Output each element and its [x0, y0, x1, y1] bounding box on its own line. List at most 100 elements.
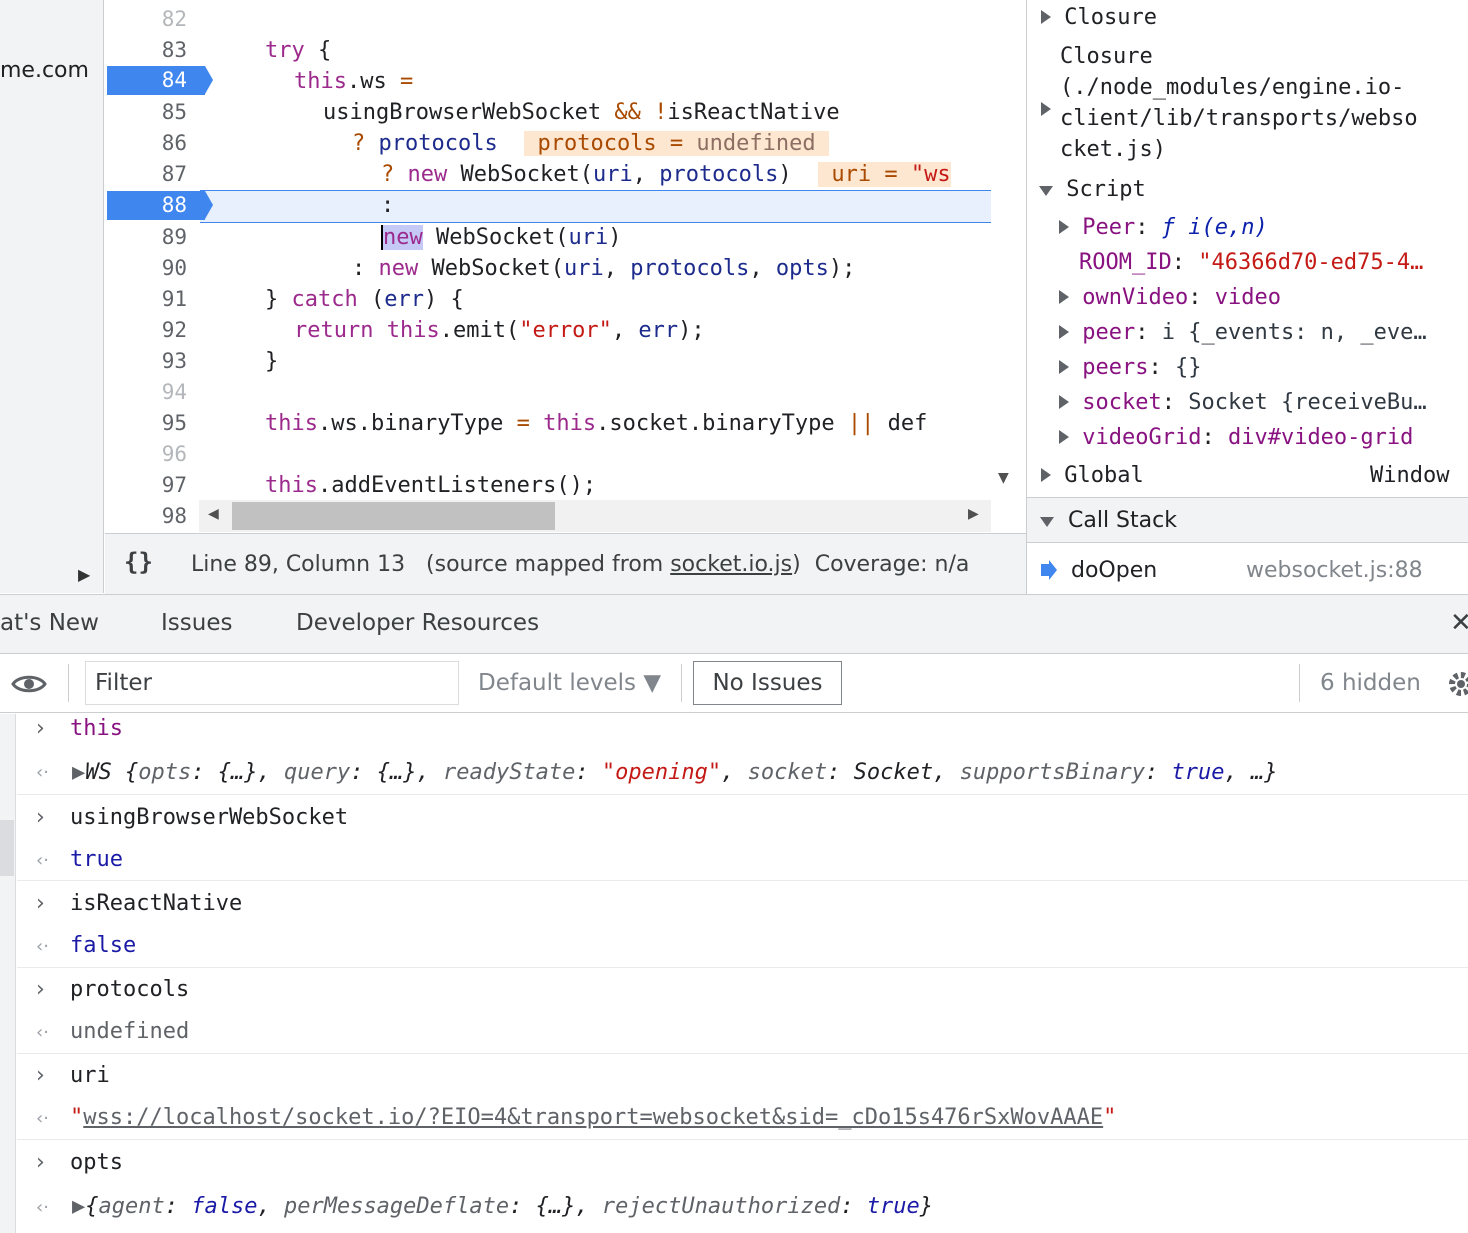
source-map-link[interactable]: socket.io.js — [670, 552, 792, 577]
toolbar-divider — [681, 664, 682, 702]
line-number[interactable]: 97 — [105, 470, 199, 501]
line-number[interactable]: 91 — [105, 284, 199, 315]
expand-arrow-icon[interactable] — [1041, 102, 1051, 116]
console-entry[interactable] — [17, 969, 1468, 1054]
dropdown-arrow-icon: ▼ — [643, 670, 662, 696]
console-result-object[interactable]: ▶{agent: false, perMessageDeflate: {…}, … — [72, 1192, 933, 1222]
scope-closure-engine[interactable]: Closure — [1060, 42, 1153, 72]
console-result-object[interactable]: ▶WS {opts: {…}, query: {…}, readyState: … — [72, 758, 1278, 788]
scope-property[interactable]: ROOM_ID: "46366d70-ed75-4… — [1079, 248, 1423, 278]
line-number[interactable]: 87 — [105, 159, 199, 190]
scroll-left-icon[interactable]: ◀ — [208, 506, 219, 522]
console-filter-input[interactable] — [85, 661, 459, 705]
scope-property[interactable]: videoGrid: div#video-grid — [1059, 423, 1413, 453]
eye-icon[interactable] — [11, 672, 47, 696]
close-drawer-icon[interactable]: ✕ — [1450, 608, 1468, 638]
scope-property[interactable]: peer: i {_events: n, _eve… — [1059, 318, 1427, 348]
expand-arrow-icon[interactable]: ▶ — [72, 760, 85, 785]
expand-arrow-icon[interactable] — [1059, 395, 1069, 409]
console-result[interactable]: true — [70, 845, 123, 875]
settings-gear-icon[interactable] — [1448, 668, 1468, 700]
pretty-print-button[interactable]: {} — [124, 548, 153, 576]
console-sidebar-scroll[interactable] — [0, 820, 14, 876]
line-number-breakpoint[interactable]: 88 — [105, 190, 199, 221]
line-number[interactable]: 83 — [105, 35, 199, 66]
code-line-86: ? protocols protocols = undefined — [352, 128, 829, 159]
expand-arrow-icon[interactable] — [1059, 360, 1069, 374]
console-input[interactable]: protocols — [70, 975, 189, 1005]
console-input[interactable]: usingBrowserWebSocket — [70, 803, 348, 833]
hidden-messages-count[interactable]: 6 hidden — [1320, 670, 1421, 696]
call-stack-title[interactable]: Call Stack — [1040, 506, 1177, 536]
expand-arrow-icon[interactable] — [1059, 290, 1069, 304]
line-number[interactable]: 85 — [105, 97, 199, 128]
console-input[interactable]: isReactNative — [70, 889, 242, 919]
code-line-89: new WebSocket(uri) — [381, 225, 622, 250]
console-input[interactable]: uri — [70, 1061, 110, 1091]
line-number[interactable]: 82 — [105, 4, 199, 35]
line-number[interactable]: 96 — [105, 439, 199, 470]
call-frame-location[interactable]: websocket.js:88 — [1246, 556, 1423, 586]
scrollbar-thumb[interactable] — [232, 502, 555, 530]
input-prompt-icon: › — [36, 1150, 45, 1175]
code-line-83: try { — [265, 38, 332, 63]
console-result-string[interactable]: "wss://localhost/socket.io/?EIO=4&transp… — [70, 1103, 1116, 1133]
code-line-88: : — [381, 193, 395, 218]
expand-arrow-icon[interactable] — [1059, 220, 1069, 234]
expand-arrow-icon[interactable] — [1041, 468, 1051, 482]
scope-closure-expand[interactable] — [1041, 95, 1051, 125]
call-frame-name[interactable]: doOpen — [1071, 556, 1157, 586]
code-line-91: } catch (err) { — [265, 287, 464, 312]
expand-arrow-icon[interactable]: ▶ — [72, 1194, 85, 1219]
expand-navigator-icon[interactable]: ▶ — [78, 565, 90, 584]
scope-closure[interactable]: Closure — [1041, 3, 1157, 33]
console-result[interactable]: undefined — [70, 1017, 189, 1047]
line-number[interactable]: 86 — [105, 128, 199, 159]
line-number[interactable]: 93 — [105, 346, 199, 377]
input-prompt-icon: › — [36, 891, 45, 916]
scroll-down-icon[interactable]: ▼ — [998, 470, 1009, 486]
coverage-status[interactable]: Coverage: n/a — [815, 552, 970, 577]
tab-whats-new[interactable]: at's New — [0, 610, 99, 636]
cursor-position-status: Line 89, Column 13 (source mapped from s… — [191, 552, 970, 577]
scroll-right-icon[interactable]: ▶ — [968, 506, 979, 522]
input-prompt-icon: › — [36, 977, 45, 1002]
tab-developer-resources[interactable]: Developer Resources — [296, 610, 539, 636]
log-levels-dropdown[interactable]: Default levels ▼ — [478, 670, 661, 696]
inline-value-uri: uri = "ws — [818, 162, 951, 187]
result-arrow-icon: ‹· — [36, 1022, 49, 1043]
expand-arrow-icon[interactable] — [1059, 325, 1069, 339]
result-arrow-icon: ‹· — [36, 850, 49, 871]
source-editor[interactable]: 82 83 84 85 86 87 88 89 90 91 92 93 94 9… — [105, 0, 991, 532]
scope-global[interactable]: Global — [1041, 461, 1144, 491]
scope-property[interactable]: socket: Socket {receiveBu… — [1059, 388, 1427, 418]
line-number-breakpoint[interactable]: 84 — [105, 65, 199, 96]
inline-value-protocols: protocols = undefined — [524, 131, 829, 156]
console-result[interactable]: false — [70, 931, 136, 961]
console-input[interactable]: opts — [70, 1148, 123, 1178]
scope-property[interactable]: ownVideo: video — [1059, 283, 1281, 313]
scope-script[interactable]: Script — [1039, 175, 1146, 205]
collapse-arrow-icon[interactable] — [1040, 517, 1054, 527]
code-line-85: usingBrowserWebSocket && !isReactNative — [323, 100, 840, 125]
console-input[interactable]: this — [70, 714, 123, 744]
line-number[interactable]: 95 — [105, 408, 199, 439]
file-tree-domain[interactable]: me.com — [0, 58, 89, 83]
toolbar-divider — [68, 664, 69, 702]
scope-property[interactable]: peers: {} — [1059, 353, 1201, 383]
line-number[interactable]: 89 — [105, 222, 199, 253]
expand-arrow-icon[interactable] — [1059, 430, 1069, 444]
cursor-position: Line 89, Column 13 — [191, 552, 406, 577]
collapse-arrow-icon[interactable] — [1039, 186, 1053, 196]
line-number[interactable]: 90 — [105, 253, 199, 284]
url-link[interactable]: wss://localhost/socket.io/?EIO=4&transpo… — [83, 1105, 1103, 1130]
toolbar-divider — [1299, 664, 1300, 702]
line-number[interactable]: 98 — [105, 501, 199, 532]
scope-property[interactable]: Peer: ƒ i(e,n) — [1059, 213, 1268, 243]
line-number[interactable]: 92 — [105, 315, 199, 346]
line-number[interactable]: 94 — [105, 377, 199, 408]
code-line-87: ? new WebSocket(uri, protocols) uri = "w… — [381, 162, 951, 187]
issues-button[interactable]: No Issues — [693, 661, 842, 705]
tab-issues[interactable]: Issues — [161, 610, 232, 636]
expand-arrow-icon[interactable] — [1041, 10, 1051, 24]
